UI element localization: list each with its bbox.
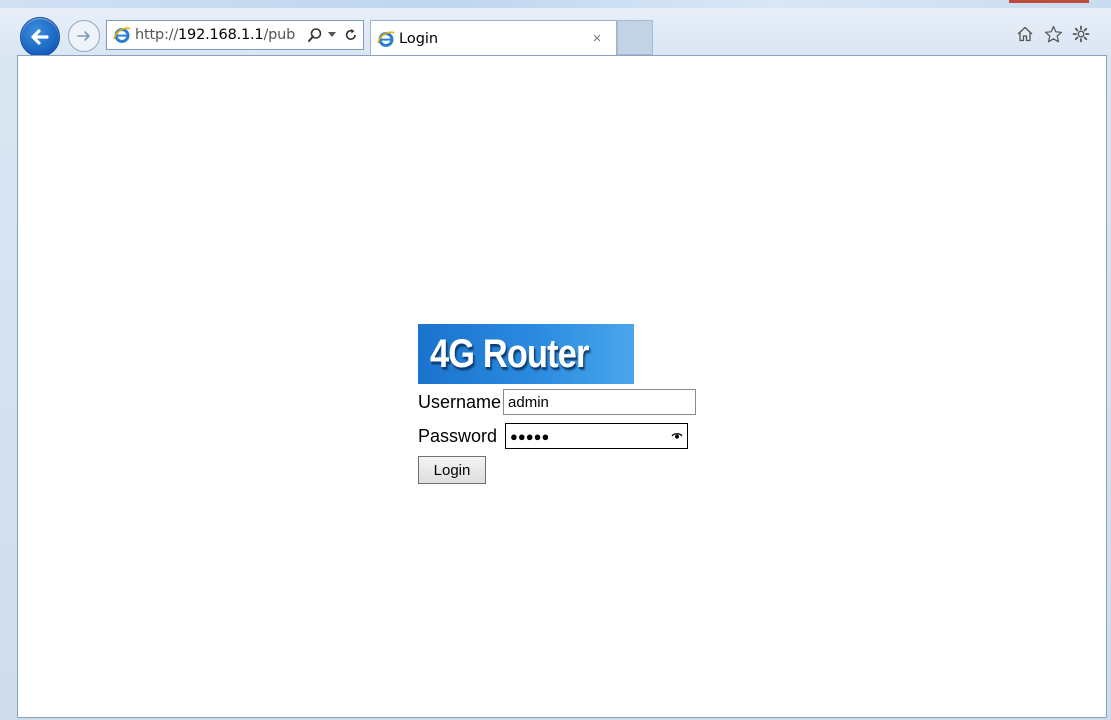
- toolbar-right: [1015, 24, 1091, 44]
- address-dropdown-button[interactable]: [325, 21, 339, 49]
- eye-icon: [671, 433, 683, 439]
- forward-arrow-icon: [77, 31, 90, 41]
- reveal-password-button[interactable]: [667, 432, 687, 440]
- settings-button[interactable]: [1071, 24, 1091, 44]
- url-text[interactable]: http://192.168.1.1/pub: [135, 27, 305, 43]
- home-button[interactable]: [1015, 24, 1035, 44]
- url-path: /pub: [263, 27, 296, 43]
- password-label: Password: [418, 425, 498, 446]
- username-input[interactable]: [503, 389, 697, 415]
- title-bar: [0, 0, 1111, 8]
- url-host: 192.168.1.1: [178, 27, 264, 43]
- logo-text: 4G Router: [430, 331, 589, 376]
- tab-login[interactable]: Login ×: [370, 20, 617, 56]
- back-button[interactable]: [20, 17, 60, 57]
- username-label: Username: [418, 391, 502, 412]
- favorites-button[interactable]: [1043, 24, 1063, 44]
- home-icon: [1017, 26, 1033, 42]
- search-button[interactable]: [305, 21, 325, 49]
- search-icon: [308, 28, 322, 42]
- address-bar[interactable]: http://192.168.1.1/pub: [106, 20, 364, 50]
- new-tab-button[interactable]: [617, 20, 653, 55]
- password-row: Password ●●●●●: [418, 420, 696, 452]
- password-input[interactable]: ●●●●●: [505, 423, 689, 449]
- login-button[interactable]: Login: [418, 456, 486, 484]
- refresh-button[interactable]: [339, 21, 363, 49]
- favorites-star-icon: [1044, 25, 1062, 42]
- back-arrow-icon: [31, 29, 49, 45]
- tab-ie-icon: [377, 30, 395, 47]
- router-logo: 4G Router: [418, 324, 634, 384]
- tab-close-icon[interactable]: ×: [586, 30, 608, 47]
- dropdown-icon: [328, 32, 336, 37]
- refresh-icon: [345, 29, 356, 40]
- url-prefix: http://: [135, 27, 179, 43]
- password-value: ●●●●●: [510, 428, 550, 444]
- username-row: Username: [418, 386, 697, 418]
- ie-logo-icon: [113, 27, 131, 43]
- settings-gear-icon: [1072, 25, 1090, 43]
- forward-button[interactable]: [68, 20, 100, 52]
- login-form: 4G Router Username Password ●●●●● Login: [418, 324, 697, 484]
- tab-title: Login: [399, 30, 439, 47]
